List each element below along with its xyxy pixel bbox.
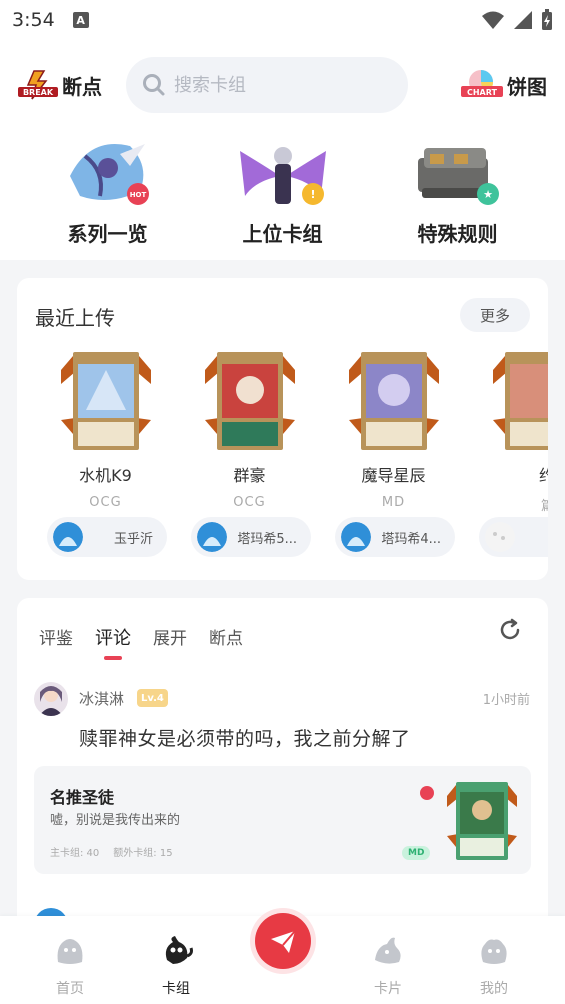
paper-plane-icon	[271, 930, 296, 953]
break-brand-label: 断点	[62, 74, 102, 99]
deck-format-tag: OCG	[233, 495, 266, 510]
deck-name: 水机K9	[79, 466, 132, 485]
tab-comments[interactable]: 评论	[95, 624, 131, 650]
special-rules-art-icon: ★	[417, 148, 499, 205]
deck-format-tag: 篇	[541, 495, 548, 514]
deck-cover	[61, 352, 151, 450]
category-top-decks[interactable]: ! 上位卡组	[208, 136, 358, 260]
comment-time: 1小时前	[482, 693, 530, 708]
deck-cover	[493, 352, 548, 450]
deck-item[interactable]: 魔导星辰 MD 塔玛希4...	[321, 350, 466, 565]
nav-label: 首页	[56, 981, 84, 997]
nav-home[interactable]: 首页	[30, 934, 110, 998]
chart-brand[interactable]: CHART 饼图	[461, 68, 547, 102]
svg-text:BREAK: BREAK	[23, 88, 54, 97]
search-bar[interactable]	[126, 57, 408, 113]
mine-mascot-icon	[481, 939, 507, 964]
wifi-icon	[482, 11, 504, 29]
recent-decks-carousel[interactable]: 水机K9 OCG 玉乎沂 群豪 OCG 塔玛希5... 魔导星辰 MD 塔玛希4…	[33, 350, 548, 565]
deck-format-tag: MD	[381, 495, 406, 510]
nav-label: 我的	[480, 981, 508, 997]
comment-text: 赎罪神女是必须带的吗，我之前分解了	[79, 728, 411, 750]
break-brand[interactable]: BREAK 断点	[18, 69, 102, 101]
comment-tabs: 评鉴 评论 展开 断点	[39, 624, 243, 650]
md-format-badge: MD	[402, 846, 431, 860]
break-logo-icon: BREAK	[18, 70, 58, 100]
avatar	[341, 522, 371, 552]
deck-name: 魔导星辰	[361, 466, 426, 485]
recent-uploads-section: 最近上传 更多 水机K9 OCG 玉乎沂 群豪 OCG 塔玛希5... 魔导星辰…	[17, 278, 548, 580]
svg-text:★: ★	[483, 188, 493, 201]
status-icons	[481, 9, 553, 31]
nav-cards[interactable]: 卡片	[348, 934, 428, 998]
quoted-deck-title: 名推圣徒	[50, 788, 115, 807]
extra-deck-count: 额外卡组: 15	[113, 848, 173, 859]
deck-uploader[interactable]: 塔玛希4...	[335, 517, 455, 557]
home-mascot-icon	[57, 939, 83, 964]
deck-uploader[interactable]: 玉乎沂	[47, 517, 167, 557]
nav-label: 卡片	[374, 981, 402, 997]
search-icon	[143, 74, 165, 96]
signal-icon	[514, 11, 532, 29]
decks-mascot-icon	[165, 936, 193, 964]
nav-mine[interactable]: 我的	[454, 934, 534, 998]
uploader-name: 塔玛希4...	[381, 531, 441, 547]
deck-uploader[interactable]	[479, 517, 548, 557]
category-label: 特殊规则	[417, 222, 498, 246]
nav-decks[interactable]: 卡组	[136, 934, 216, 998]
deck-item[interactable]: 群豪 OCG 塔玛希5...	[177, 350, 322, 565]
uploader-name: 玉乎沂	[113, 531, 153, 547]
category-series-list[interactable]: HOT 系列一览	[33, 136, 183, 260]
deck-item[interactable]: 水机K9 OCG 玉乎沂	[33, 350, 178, 565]
bottom-navigation: 首页 卡组 卡片 我的	[0, 908, 565, 1004]
chart-brand-label: 饼图	[507, 74, 547, 99]
svg-text:HOT: HOT	[129, 191, 146, 199]
svg-text:!: !	[310, 188, 315, 201]
tab-breakpoint[interactable]: 断点	[209, 624, 243, 650]
quoted-deck-card[interactable]: 名推圣徒 嘘，别说是我传出来的 主卡组: 40 额外卡组: 15 MD	[34, 766, 531, 874]
series-art-icon: HOT	[69, 144, 149, 205]
level-badge: Lv.4	[137, 689, 168, 707]
main-deck-count: 主卡组: 40	[50, 848, 100, 859]
nav-label: 卡组	[162, 981, 190, 997]
deck-cover	[349, 352, 439, 450]
deck-name: 群豪	[233, 466, 266, 485]
deck-cover	[447, 782, 517, 860]
battery-icon	[542, 9, 552, 30]
comments-section: 评鉴 评论 展开 断点 冰淇淋 Lv.4 1小时前 赎罪神女是必须带的吗，我之前…	[17, 598, 548, 928]
quoted-deck-counts: 主卡组: 40 额外卡组: 15	[50, 844, 173, 859]
cards-mascot-icon	[375, 937, 401, 964]
status-time: 3:54	[12, 9, 55, 31]
pie-chart-logo-icon: CHART	[461, 70, 503, 97]
deck-uploader[interactable]: 塔玛希5...	[191, 517, 311, 557]
red-indicator-icon	[420, 786, 434, 800]
create-deck-fab[interactable]	[250, 908, 316, 974]
quoted-deck-subtitle: 嘘，别说是我传出来的	[50, 813, 181, 828]
comment-username[interactable]: 冰淇淋	[79, 688, 124, 709]
search-input[interactable]	[174, 74, 374, 96]
notification-a-icon: A	[72, 12, 89, 28]
section-title: 最近上传	[35, 306, 115, 330]
avatar	[485, 522, 515, 552]
top-header: BREAK 断点 CHART 饼图	[0, 40, 565, 130]
deck-cover	[205, 352, 295, 450]
deck-name: 约	[539, 466, 548, 485]
category-label: 上位卡组	[242, 222, 323, 246]
refresh-icon[interactable]	[498, 618, 522, 642]
deck-format-tag: OCG	[89, 495, 122, 510]
avatar	[197, 522, 227, 552]
deck-item[interactable]: 约 篇	[465, 350, 548, 565]
tab-expand[interactable]: 展开	[153, 624, 187, 650]
uploader-name: 塔玛希5...	[237, 531, 297, 547]
category-row: HOT 系列一览 ! 上位卡组 ★ 特殊规则	[0, 130, 565, 260]
tab-review[interactable]: 评鉴	[39, 624, 73, 650]
svg-text:CHART: CHART	[467, 88, 498, 97]
category-special-rules[interactable]: ★ 特殊规则	[383, 136, 533, 260]
more-button[interactable]: 更多	[460, 298, 530, 332]
status-bar: 3:54 A	[0, 0, 565, 40]
top-decks-art-icon: !	[239, 147, 326, 205]
avatar[interactable]	[34, 682, 68, 716]
avatar	[53, 522, 83, 552]
category-label: 系列一览	[67, 222, 148, 246]
